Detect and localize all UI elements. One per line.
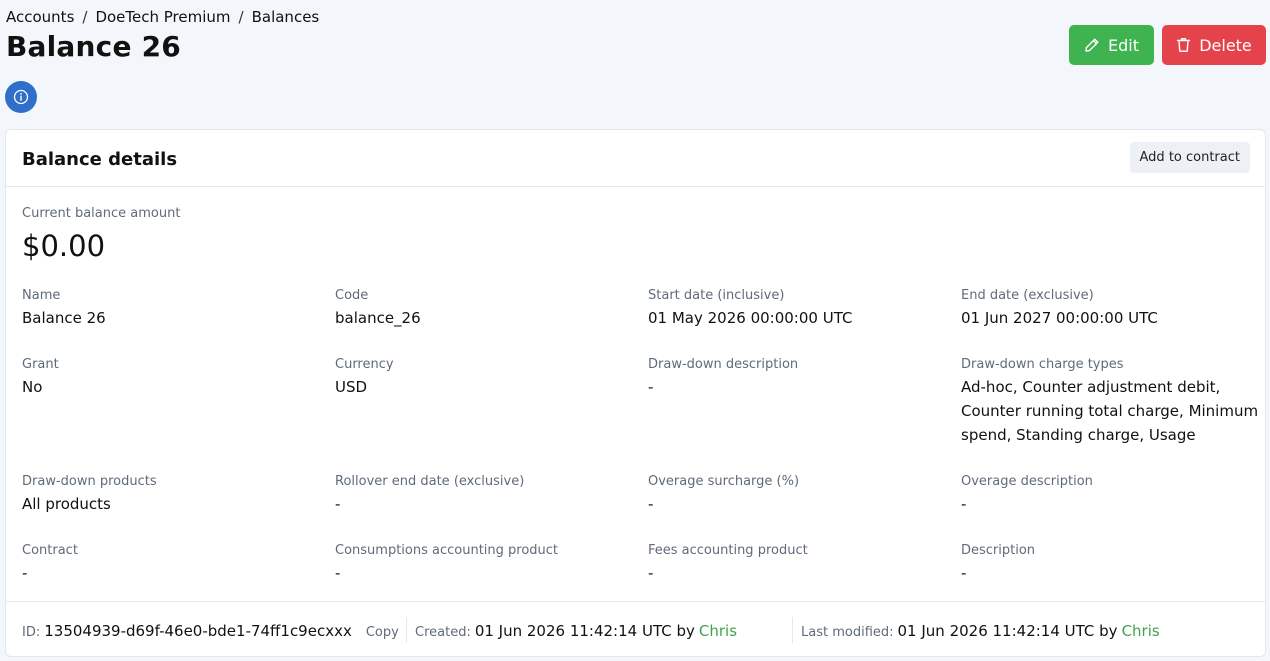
field-label: Consumptions accounting product — [335, 543, 559, 558]
field-label: Grant — [22, 357, 59, 372]
current-balance-label: Current balance amount — [22, 206, 181, 221]
field-grant: Grant No — [22, 357, 318, 399]
field-label: Draw-down products — [22, 474, 157, 489]
pencil-icon — [1085, 38, 1099, 52]
edit-button[interactable]: Edit — [1069, 25, 1154, 65]
field-value: Balance 26 — [22, 309, 106, 327]
modified-label: Last modified: — [801, 625, 894, 640]
field-name: Name Balance 26 — [22, 288, 318, 330]
field-value: - — [648, 495, 654, 513]
breadcrumb-accounts[interactable]: Accounts — [6, 8, 74, 26]
field-overage-surcharge: Overage surcharge (%) - — [648, 474, 944, 516]
balance-details-card: Balance details Add to contract Current … — [5, 129, 1266, 657]
field-value: - — [961, 564, 967, 582]
field-start-date: Start date (inclusive) 01 May 2026 00:00… — [648, 288, 944, 330]
card-header: Balance details Add to contract — [6, 130, 1265, 187]
field-label: Description — [961, 543, 1036, 558]
footer-modified: Last modified: 01 Jun 2026 11:42:14 UTC … — [801, 622, 1160, 640]
info-button[interactable] — [5, 81, 37, 113]
field-label: Currency — [335, 357, 394, 372]
breadcrumb-separator: / — [82, 8, 88, 26]
copy-id-button[interactable]: Copy — [366, 625, 399, 640]
field-value: - — [648, 564, 654, 582]
field-label: Contract — [22, 543, 78, 558]
breadcrumb: Accounts / DoeTech Premium / Balances — [6, 8, 319, 26]
field-label: Code — [335, 288, 369, 303]
field-label: Overage description — [961, 474, 1093, 489]
field-description: Description - — [961, 543, 1257, 585]
field-value: No — [22, 378, 43, 396]
field-currency: Currency USD — [335, 357, 631, 399]
field-end-date: End date (exclusive) 01 Jun 2027 00:00:0… — [961, 288, 1257, 330]
trash-icon — [1177, 38, 1191, 52]
field-value: Ad-hoc, Counter adjustment debit, Counte… — [961, 378, 1259, 444]
field-value: - — [335, 564, 341, 582]
field-value: 01 May 2026 00:00:00 UTC — [648, 309, 853, 327]
breadcrumb-account[interactable]: DoeTech Premium — [95, 8, 230, 26]
created-by-link[interactable]: Chris — [699, 622, 737, 640]
field-label: Name — [22, 288, 61, 303]
id-value: 13504939-d69f-46e0-bde1-74ff1c9ecxxx — [44, 622, 352, 640]
footer-divider — [792, 617, 793, 643]
footer-id: ID: 13504939-d69f-46e0-bde1-74ff1c9ecxxx… — [22, 622, 399, 640]
info-icon — [13, 89, 29, 105]
delete-button[interactable]: Delete — [1162, 25, 1266, 65]
field-value: All products — [22, 495, 111, 513]
created-label: Created: — [415, 625, 471, 640]
card-title: Balance details — [22, 149, 178, 170]
field-draw-down-products: Draw-down products All products — [22, 474, 318, 516]
field-value: - — [22, 564, 28, 582]
footer-created: Created: 01 Jun 2026 11:42:14 UTC by Chr… — [415, 622, 737, 640]
field-consumptions-accounting-product: Consumptions accounting product - — [335, 543, 631, 585]
add-to-contract-button[interactable]: Add to contract — [1129, 142, 1250, 173]
field-value: 01 Jun 2027 00:00:00 UTC — [961, 309, 1158, 327]
field-value: - — [335, 495, 341, 513]
breadcrumb-balances[interactable]: Balances — [252, 8, 320, 26]
field-value: - — [648, 378, 654, 396]
id-label: ID: — [22, 625, 41, 640]
modified-value: 01 Jun 2026 11:42:14 UTC by — [897, 622, 1118, 640]
field-code: Code balance_26 — [335, 288, 631, 330]
field-overage-description: Overage description - — [961, 474, 1257, 516]
field-label: Draw-down charge types — [961, 357, 1124, 372]
field-rollover-end-date: Rollover end date (exclusive) - — [335, 474, 631, 516]
field-label: Start date (inclusive) — [648, 288, 785, 303]
field-draw-down-charge-types: Draw-down charge types Ad-hoc, Counter a… — [961, 357, 1259, 447]
current-balance-amount: $0.00 — [22, 229, 106, 263]
field-contract: Contract - — [22, 543, 318, 585]
field-draw-down-description: Draw-down description - — [648, 357, 944, 399]
field-value: balance_26 — [335, 309, 421, 327]
breadcrumb-separator: / — [238, 8, 244, 26]
card-footer: ID: 13504939-d69f-46e0-bde1-74ff1c9ecxxx… — [6, 601, 1265, 658]
edit-button-label: Edit — [1108, 35, 1139, 55]
field-value: USD — [335, 378, 368, 396]
page-title: Balance 26 — [6, 30, 181, 63]
field-label: Draw-down description — [648, 357, 799, 372]
created-value: 01 Jun 2026 11:42:14 UTC by — [474, 622, 695, 640]
field-label: End date (exclusive) — [961, 288, 1094, 303]
field-label: Overage surcharge (%) — [648, 474, 800, 489]
field-fees-accounting-product: Fees accounting product - — [648, 543, 944, 585]
modified-by-link[interactable]: Chris — [1122, 622, 1160, 640]
footer-divider — [406, 617, 407, 643]
field-label: Rollover end date (exclusive) — [335, 474, 525, 489]
delete-button-label: Delete — [1199, 35, 1252, 55]
field-value: - — [961, 495, 967, 513]
field-label: Fees accounting product — [648, 543, 808, 558]
